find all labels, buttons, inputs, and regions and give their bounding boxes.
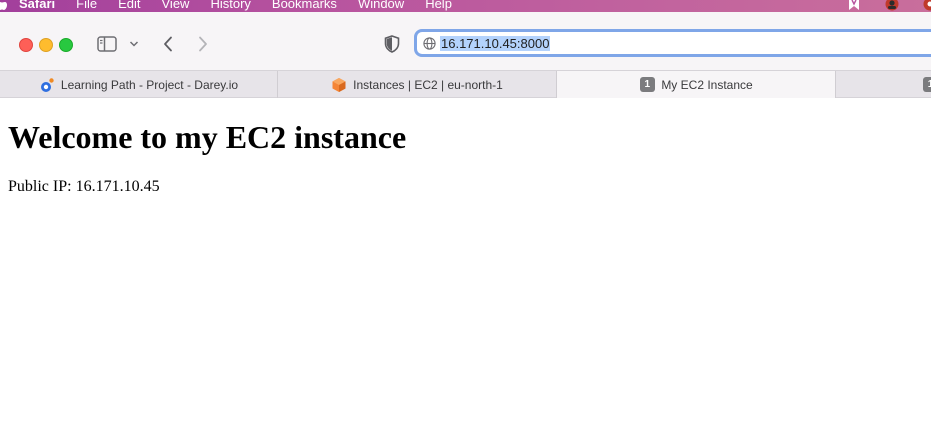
tab-label: Learning Path - Project - Darey.io (60, 77, 239, 92)
menu-safari[interactable]: Safari (19, 0, 55, 12)
chevron-left-icon (164, 36, 172, 52)
url-text[interactable]: 16.171.10.45:8000 (440, 36, 551, 51)
menu-file[interactable]: File (76, 0, 97, 12)
tab-badge: 1 (639, 77, 655, 92)
page-title: Welcome to my EC2 instance (8, 119, 407, 155)
tab-learning-path[interactable]: Learning Path - Project - Darey.io (0, 71, 278, 98)
address-bar[interactable]: 16.171.10.45:8000 (414, 29, 931, 57)
sidebar-toggle-button[interactable] (96, 35, 118, 53)
menu-help[interactable]: Help (425, 0, 452, 12)
menu-edit[interactable]: Edit (118, 0, 140, 12)
tab-ec2-instances[interactable]: Instances | EC2 | eu-north-1 (278, 71, 557, 98)
globe-icon (423, 37, 436, 50)
menu-window[interactable]: Window (358, 0, 404, 12)
menu-history[interactable]: History (210, 0, 250, 12)
chevron-right-icon (199, 36, 207, 52)
close-window-button[interactable] (19, 38, 33, 52)
tab-label: My EC2 Instance (661, 77, 753, 92)
avatar-status-icon[interactable] (885, 0, 899, 11)
privacy-report-button[interactable] (382, 34, 402, 54)
sidebar-icon (97, 36, 117, 52)
browser-toolbar: 16.171.10.45:8000 (0, 12, 931, 70)
menu-bar: Safari File Edit View History Bookmarks … (0, 0, 931, 12)
menu-bookmarks[interactable]: Bookmarks (272, 0, 337, 12)
menu-view[interactable]: View (162, 0, 190, 12)
tab-partial[interactable]: 1 (836, 71, 931, 98)
extension-status-icon[interactable] (923, 0, 931, 11)
number-badge-icon: 1 (923, 77, 931, 92)
minimize-window-button[interactable] (39, 38, 53, 52)
aws-ec2-favicon-icon (331, 77, 347, 93)
forward-button[interactable] (194, 35, 212, 53)
apple-logo-icon[interactable] (0, 0, 7, 11)
bookmark-status-icon[interactable] (847, 0, 861, 11)
shield-icon (384, 35, 400, 53)
zoom-window-button[interactable] (59, 38, 73, 52)
tab-label: Instances | EC2 | eu-north-1 (353, 77, 503, 92)
tab-bar: Learning Path - Project - Darey.io Insta… (0, 70, 931, 98)
tab-my-ec2-instance[interactable]: 1 My EC2 Instance (557, 71, 836, 98)
tab-group-menu-button[interactable] (127, 37, 141, 51)
number-badge-icon: 1 (639, 77, 655, 93)
chevron-down-icon (129, 41, 139, 47)
darey-favicon-icon (39, 77, 55, 93)
page-content: Welcome to my EC2 instance Public IP: 16… (0, 98, 931, 438)
back-button[interactable] (159, 35, 177, 53)
public-ip-text: Public IP: 16.171.10.45 (8, 178, 160, 195)
